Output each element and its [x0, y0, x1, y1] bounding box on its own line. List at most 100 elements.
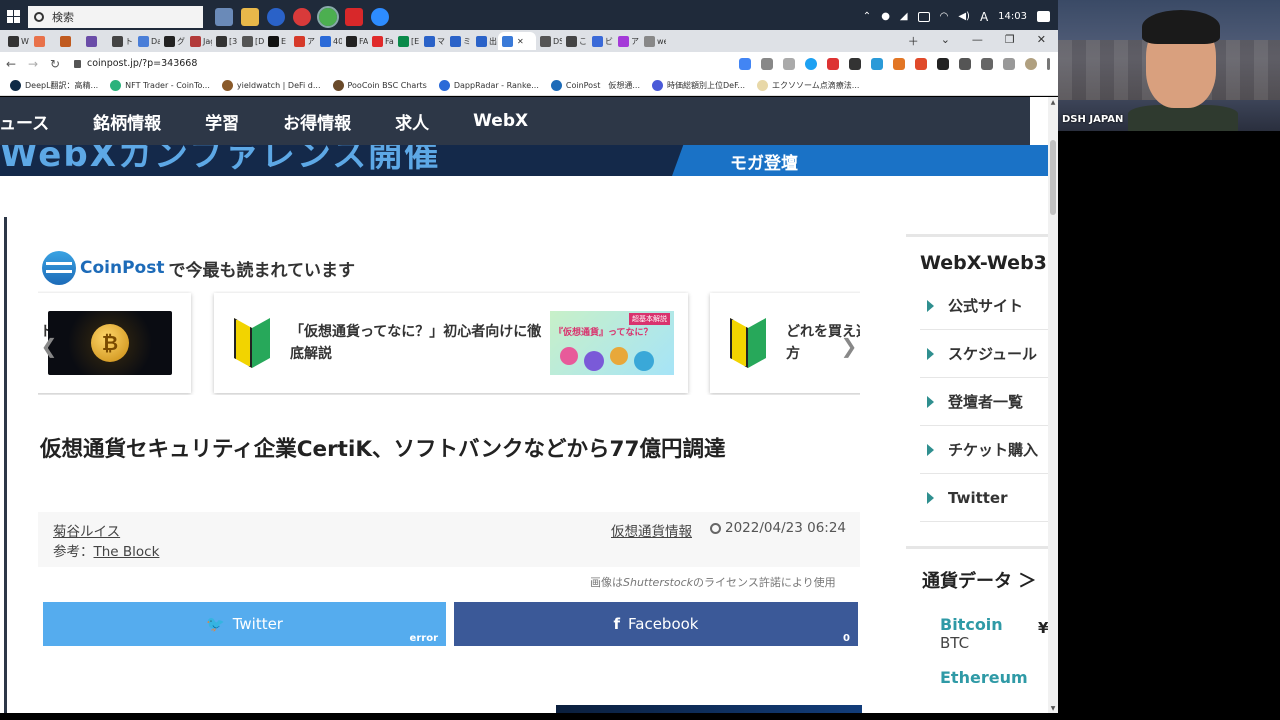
carousel-prev-button[interactable]: ❮	[40, 335, 58, 357]
close-tab-icon[interactable]: ✕	[517, 37, 524, 46]
reload-button[interactable]: ↻	[44, 57, 66, 71]
site-nav-link[interactable]: ニュース	[0, 109, 49, 134]
coin-name[interactable]: Bitcoin	[940, 615, 1048, 634]
browser-tab[interactable]: グ	[160, 32, 186, 50]
volume-icon[interactable]: ◀)	[958, 11, 970, 22]
browser-tab[interactable]: ア	[614, 32, 640, 50]
zoom-icon[interactable]	[371, 7, 389, 26]
close-window-button[interactable]: ✕	[1037, 33, 1046, 49]
browser-tab[interactable]	[82, 32, 108, 50]
browser-tab[interactable]: ミ	[446, 32, 472, 50]
sidebar-link[interactable]: チケット購入	[920, 426, 1048, 474]
back-button[interactable]: ←	[0, 57, 22, 71]
coin-name[interactable]: Ethereum	[940, 668, 1048, 687]
tab-search-icon[interactable]: ⌄	[941, 33, 950, 49]
browser-tab[interactable]: 出	[472, 32, 498, 50]
scroll-thumb[interactable]	[1050, 140, 1056, 215]
extension-icon[interactable]	[805, 57, 817, 70]
browser-tab[interactable]: ト	[108, 32, 134, 50]
carousel-next-button[interactable]: ❯	[840, 335, 858, 357]
browser-tab[interactable]: we	[640, 32, 666, 50]
bookmark-item[interactable]: yieldwatch | DeFi d...	[221, 79, 321, 91]
browser-tab[interactable]: [D	[238, 32, 264, 50]
reference-link[interactable]: The Block	[94, 544, 160, 560]
notification-icon[interactable]	[1037, 11, 1050, 22]
browser-tab[interactable]: ビ	[588, 32, 614, 50]
network-icon[interactable]: ◢	[900, 11, 908, 22]
menu-icon[interactable]	[1047, 57, 1050, 70]
site-nav-link[interactable]: 求人	[395, 109, 429, 134]
author-link[interactable]: 菊谷ルイス	[53, 520, 120, 540]
coin-row[interactable]: Bitcoin BTC ¥	[906, 615, 1048, 652]
extension-icon[interactable]	[915, 57, 927, 70]
category-link[interactable]: 仮想通貨情報	[611, 520, 692, 540]
windows-start-icon[interactable]	[0, 0, 26, 33]
avatar[interactable]	[1025, 57, 1037, 70]
extension-icon[interactable]	[937, 57, 949, 70]
app-icon[interactable]	[293, 7, 311, 26]
url-text[interactable]: coinpost.jp/?p=343668	[87, 58, 197, 69]
lock-icon[interactable]	[74, 59, 81, 68]
site-nav-link[interactable]: 学習	[205, 109, 239, 134]
new-tab-button[interactable]: ＋	[908, 33, 919, 49]
sidepanel-icon[interactable]	[1003, 57, 1015, 70]
carousel-card[interactable]: ト ₿	[38, 293, 191, 393]
browser-tab[interactable]: 40	[316, 32, 342, 50]
puzzle-icon[interactable]	[981, 57, 993, 70]
browser-tab[interactable]: マ	[420, 32, 446, 50]
browser-tab[interactable]: [E	[394, 32, 420, 50]
currency-data-link[interactable]: 通貨データ ＞	[922, 567, 1048, 593]
browser-tab[interactable]: W	[4, 32, 30, 50]
browser-tab[interactable]: ✕	[498, 32, 536, 50]
browser-tab[interactable]: [3]	[212, 32, 238, 50]
ime-indicator[interactable]: A	[980, 10, 988, 24]
browser-tab[interactable]	[30, 32, 56, 50]
carousel-card[interactable]: どれを買え選び方	[710, 293, 860, 393]
extension-icon[interactable]	[871, 57, 883, 70]
scroll-up-icon[interactable]: ▲	[1050, 99, 1056, 106]
file-explorer-icon[interactable]	[241, 7, 259, 26]
chrome-icon[interactable]	[317, 5, 339, 28]
bookmark-item[interactable]: エクソソーム点滴療法...	[757, 79, 859, 91]
carousel-card[interactable]: 「仮想通貨ってなに？」初心者向けに徹底解説 超基本解説 『仮想通貨』ってなに？	[214, 293, 688, 393]
metamask-icon[interactable]	[893, 57, 905, 70]
star-icon[interactable]	[783, 57, 795, 70]
browser-tab[interactable]	[56, 32, 82, 50]
browser-tab[interactable]: ア	[290, 32, 316, 50]
browser-tab[interactable]: FA	[342, 32, 368, 50]
chevron-up-icon[interactable]: ⌃	[863, 11, 871, 22]
site-nav-link[interactable]: WebX	[473, 111, 528, 131]
extension-icon[interactable]	[959, 57, 971, 70]
bookmark-item[interactable]: 時価総額別上位DeF...	[652, 79, 745, 91]
google-icon[interactable]	[739, 57, 751, 70]
sidebar-link[interactable]: 登壇者一覧	[920, 378, 1048, 426]
scroll-down-icon[interactable]: ▼	[1050, 705, 1056, 712]
browser-tab[interactable]: DS	[536, 32, 562, 50]
event-banner[interactable]: WebXカンファレンス開催 モガ登壇	[0, 145, 1048, 176]
minimize-button[interactable]: —	[972, 33, 983, 49]
acrobat-icon[interactable]	[345, 7, 363, 26]
battery-icon[interactable]	[917, 11, 930, 22]
coin-row[interactable]: Ethereum	[906, 668, 1048, 687]
extension-icon[interactable]	[849, 57, 861, 70]
browser-tab[interactable]: Fa	[368, 32, 394, 50]
browser-tab[interactable]: Jag	[186, 32, 212, 50]
browser-tab[interactable]: E	[264, 32, 290, 50]
sidebar-link[interactable]: Twitter	[920, 474, 1048, 522]
taskbar-search[interactable]: 検索	[28, 5, 203, 28]
clock-text[interactable]: 14:03	[998, 11, 1027, 22]
sidebar-link[interactable]: 公式サイト	[920, 282, 1048, 330]
sidebar-link[interactable]: スケジュール	[920, 330, 1048, 378]
page-scrollbar[interactable]: ▲ ▼	[1048, 97, 1058, 713]
site-nav-link[interactable]: 銘柄情報	[93, 109, 161, 134]
microphone-icon[interactable]: ●	[881, 11, 890, 22]
facebook-share-button[interactable]: f Facebook 0	[454, 602, 858, 646]
share-icon[interactable]	[761, 57, 773, 70]
twitter-share-button[interactable]: 🐦 Twitter error	[43, 602, 446, 646]
app-icon[interactable]	[267, 7, 285, 26]
extension-icon[interactable]	[827, 57, 839, 70]
address-bar[interactable]: coinpost.jp/?p=343668	[74, 58, 197, 69]
bookmark-item[interactable]: PooCoin BSC Charts	[332, 79, 427, 91]
browser-tab[interactable]: こ	[562, 32, 588, 50]
site-nav-link[interactable]: お得情報	[283, 109, 351, 134]
